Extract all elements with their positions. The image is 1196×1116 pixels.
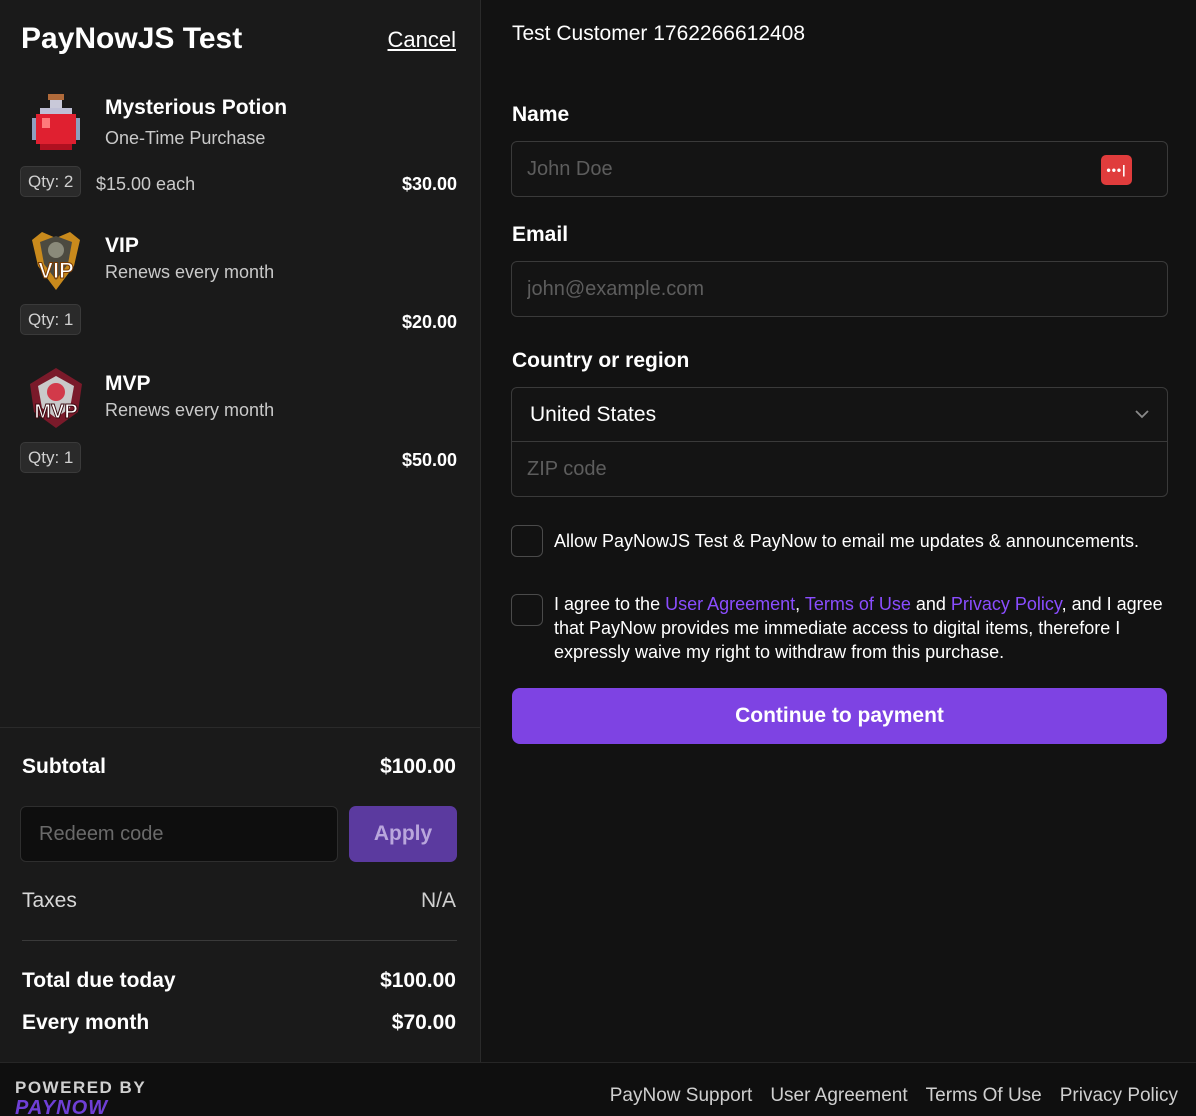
cart-item: Mysterious Potion One-Time Purchase Qty:…	[0, 88, 481, 218]
name-label: Name	[512, 103, 570, 126]
vip-icon: VIP	[22, 226, 90, 294]
item-name: VIP	[105, 234, 139, 257]
item-billing: One-Time Purchase	[105, 128, 266, 148]
terms-consent-text: I agree to the User Agreement, Terms of …	[554, 592, 1174, 664]
terms-of-use-link[interactable]: Terms of Use	[805, 594, 911, 614]
redeem-code-input[interactable]	[20, 806, 338, 862]
country-select[interactable]: United States	[512, 388, 1167, 442]
quantity-badge[interactable]: Qty: 1	[20, 304, 82, 335]
customer-name: Test Customer 1762266612408	[512, 22, 806, 45]
quantity-badge[interactable]: Qty: 2	[20, 166, 82, 197]
total-due-label: Total due today	[22, 969, 176, 992]
apply-button[interactable]: Apply	[349, 806, 457, 862]
email-field[interactable]	[511, 261, 1168, 317]
marketing-checkbox[interactable]	[511, 525, 543, 557]
terms-text-separator: ,	[795, 594, 805, 614]
order-summary-panel: PayNowJS Test Cancel Mysterious Potion O…	[0, 0, 481, 1062]
cancel-link[interactable]: Cancel	[388, 27, 456, 53]
continue-to-payment-button[interactable]: Continue to payment	[512, 688, 1167, 744]
checkout-form-panel: Test Customer 1762266612408 Name •••| Em…	[482, 0, 1196, 1062]
subtotal-label: Subtotal	[22, 755, 106, 778]
user-agreement-link[interactable]: User Agreement	[665, 594, 795, 614]
privacy-footer-link[interactable]: Privacy Policy	[1060, 1085, 1178, 1107]
quantity-badge[interactable]: Qty: 1	[20, 442, 82, 473]
monthly-value: $70.00	[391, 1011, 456, 1034]
footer-links: PayNow Support User Agreement Terms Of U…	[610, 1085, 1178, 1107]
address-group: United States	[511, 387, 1168, 497]
total-due-value: $100.00	[380, 969, 456, 992]
password-manager-icon[interactable]: •••|	[1101, 155, 1132, 185]
unit-price: $15.00 each	[96, 174, 196, 194]
item-price: $50.00	[401, 450, 457, 470]
store-title: PayNowJS Test	[21, 22, 243, 55]
item-billing: Renews every month	[105, 400, 275, 420]
terms-footer-link[interactable]: Terms Of Use	[926, 1085, 1042, 1107]
monthly-label: Every month	[22, 1011, 150, 1034]
email-label: Email	[512, 223, 569, 246]
item-billing: Renews every month	[105, 262, 275, 282]
item-name: MVP	[105, 372, 151, 395]
terms-text-prefix: I agree to the	[554, 594, 666, 614]
footer: POWERED BY PAYNOW PayNow Support User Ag…	[0, 1062, 1196, 1116]
mvp-icon: MVP	[22, 364, 90, 432]
svg-text:MVP: MVP	[34, 401, 77, 423]
chevron-down-icon	[1135, 410, 1149, 419]
user-agreement-footer-link[interactable]: User Agreement	[770, 1085, 907, 1107]
svg-text:VIP: VIP	[38, 258, 73, 283]
summary-divider	[0, 727, 481, 728]
potion-icon	[22, 88, 90, 156]
name-field[interactable]	[511, 141, 1168, 197]
paynow-logo: PAYNOW	[15, 1097, 109, 1116]
taxes-label: Taxes	[22, 889, 77, 912]
item-price: $30.00	[401, 174, 457, 194]
cart-item: VIP VIP Renews every month Qty: 1 $20.00	[0, 226, 481, 356]
support-link[interactable]: PayNow Support	[610, 1085, 753, 1107]
taxes-value: N/A	[420, 889, 456, 912]
country-value: United States	[530, 403, 657, 426]
marketing-consent-text: Allow PayNowJS Test & PayNow to email me…	[554, 531, 1139, 551]
cart-item: MVP MVP Renews every month Qty: 1 $50.00	[0, 364, 481, 494]
country-label: Country or region	[512, 349, 690, 372]
totals-divider	[22, 940, 457, 941]
subtotal-value: $100.00	[380, 755, 456, 778]
terms-text-separator: and	[910, 594, 951, 614]
powered-by-label: POWERED BY	[15, 1078, 147, 1097]
item-name: Mysterious Potion	[105, 96, 288, 119]
zip-code-field[interactable]	[512, 443, 1167, 496]
privacy-policy-link[interactable]: Privacy Policy	[951, 594, 1062, 614]
item-price: $20.00	[401, 312, 457, 332]
terms-checkbox[interactable]	[511, 594, 543, 626]
